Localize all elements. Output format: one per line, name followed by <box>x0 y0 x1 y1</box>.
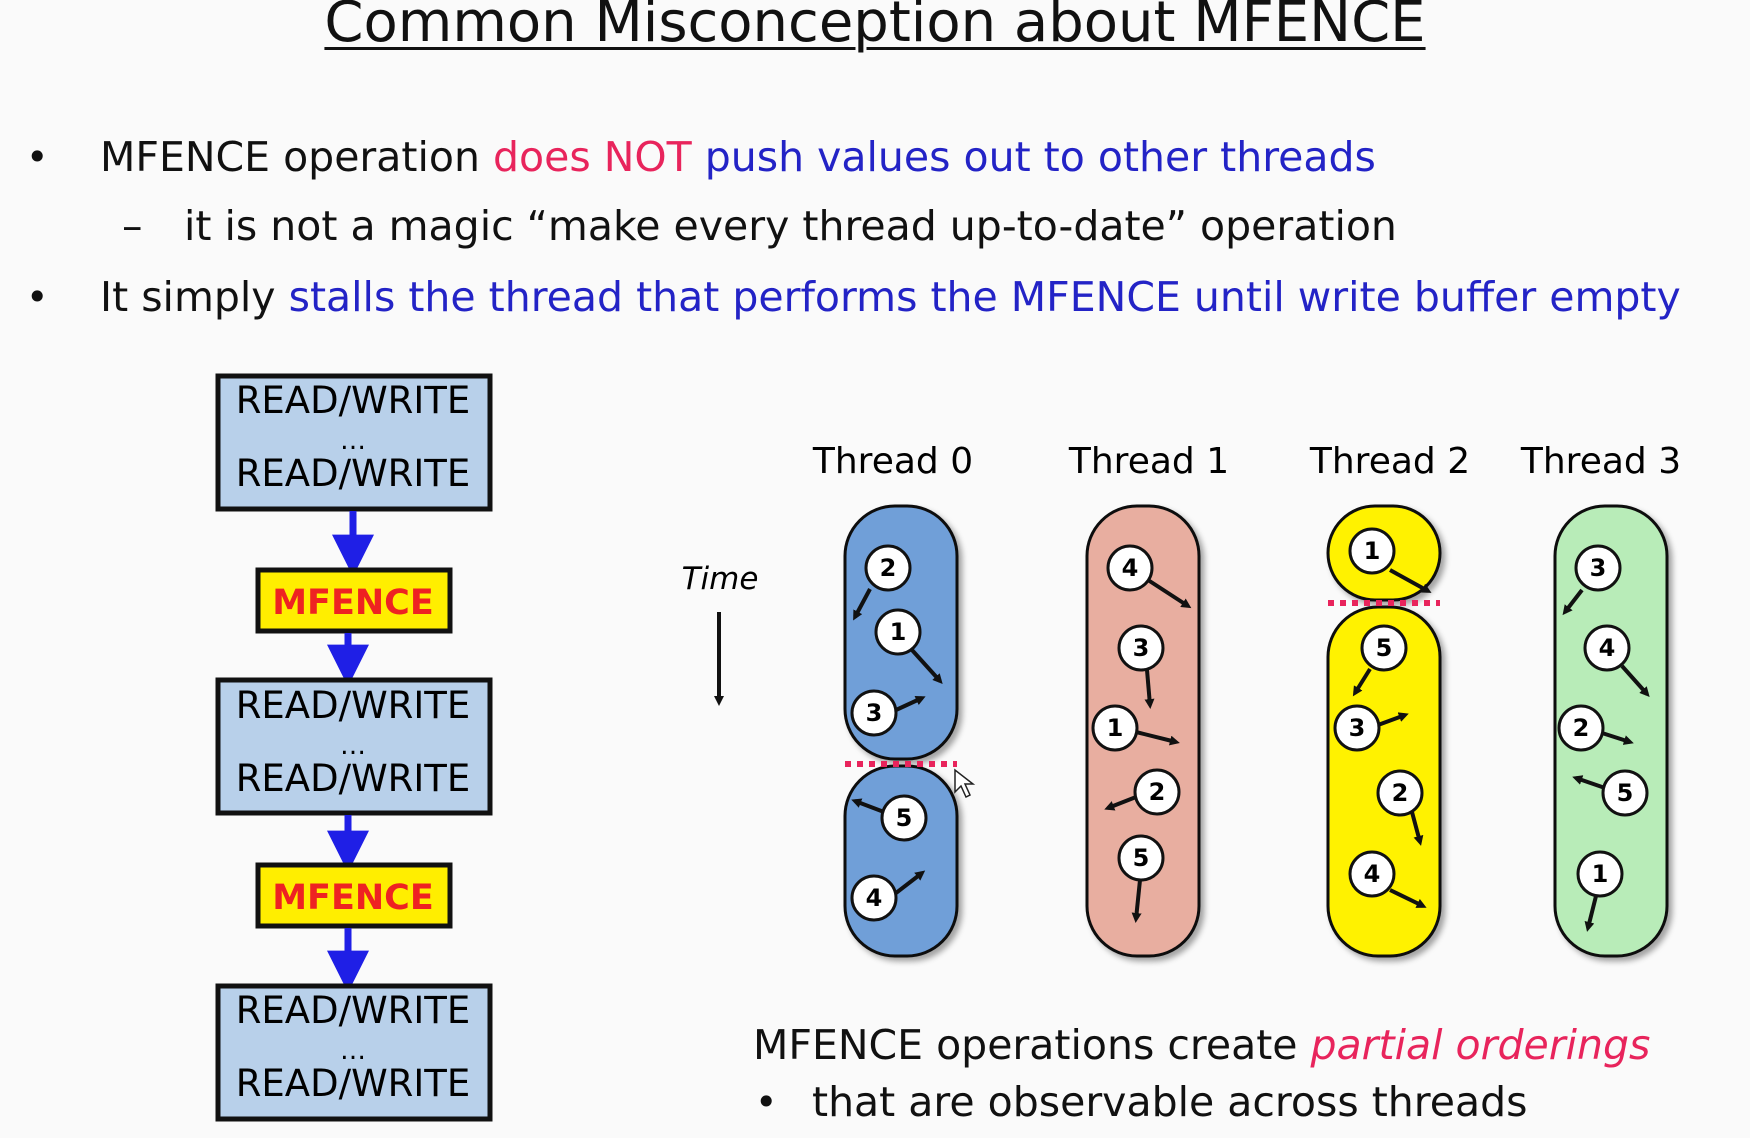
thread-label-3: Thread 3 <box>1520 441 1681 482</box>
svg-text:3: 3 <box>1349 714 1366 742</box>
svg-text:2: 2 <box>1573 714 1590 742</box>
rw-block-3-bottom: READ/WRITE <box>236 1062 471 1105</box>
svg-text:5: 5 <box>1133 844 1150 872</box>
svg-text:1: 1 <box>1107 714 1124 742</box>
rw-block-1: READ/WRITE … READ/WRITE <box>215 373 493 512</box>
mfence-box-1: MFENCE <box>255 567 453 634</box>
svg-text:2: 2 <box>1149 778 1166 806</box>
caption: MFENCE operations create partial orderin… <box>753 1018 1650 1072</box>
caption-text: MFENCE operations create <box>753 1021 1311 1069</box>
svg-text:4: 4 <box>1122 554 1139 582</box>
mfence-label-1: MFENCE <box>272 583 434 623</box>
svg-text:4: 4 <box>866 884 883 912</box>
svg-text:4: 4 <box>1364 860 1381 888</box>
svg-text:5: 5 <box>1376 634 1393 662</box>
svg-text:2: 2 <box>1392 779 1409 807</box>
rw-block-2-top: READ/WRITE <box>236 684 471 727</box>
rw-block-2-bottom: READ/WRITE <box>236 757 471 800</box>
thread-0-segment-lower <box>843 764 959 958</box>
mouse-cursor-icon <box>954 768 976 799</box>
svg-text:1: 1 <box>890 618 907 646</box>
rw-block-3-top: READ/WRITE <box>236 989 471 1032</box>
mfence-box-2: MFENCE <box>255 862 453 929</box>
mfence-diagram: READ/WRITE … READ/WRITE MFENCE READ/WRIT… <box>215 373 1681 1122</box>
rw-block-3: READ/WRITE … READ/WRITE <box>215 983 493 1122</box>
svg-text:5: 5 <box>1617 779 1634 807</box>
left-flow: READ/WRITE … READ/WRITE MFENCE READ/WRIT… <box>215 373 493 1122</box>
svg-text:5: 5 <box>896 804 913 832</box>
mfence-label-2: MFENCE <box>272 878 434 918</box>
svg-text:1: 1 <box>1364 537 1381 565</box>
svg-text:3: 3 <box>866 699 883 727</box>
caption-emphasis: partial orderings <box>1310 1021 1651 1069</box>
bullet-dot: • <box>755 1080 778 1124</box>
thread-label-1: Thread 1 <box>1068 441 1229 482</box>
svg-text:3: 3 <box>1133 634 1150 662</box>
rw-block-1-top: READ/WRITE <box>236 379 471 422</box>
svg-text:1: 1 <box>1592 860 1609 888</box>
caption-sub-bullet: that are observable across threads <box>812 1078 1528 1126</box>
rw-block-2: READ/WRITE … READ/WRITE <box>215 677 493 816</box>
svg-text:3: 3 <box>1590 554 1607 582</box>
time-label: Time <box>682 561 759 597</box>
svg-text:2: 2 <box>880 554 897 582</box>
thread-label-2: Thread 2 <box>1309 441 1470 482</box>
svg-text:4: 4 <box>1599 634 1616 662</box>
rw-block-1-bottom: READ/WRITE <box>236 452 471 495</box>
thread-label-0: Thread 0 <box>812 441 973 482</box>
